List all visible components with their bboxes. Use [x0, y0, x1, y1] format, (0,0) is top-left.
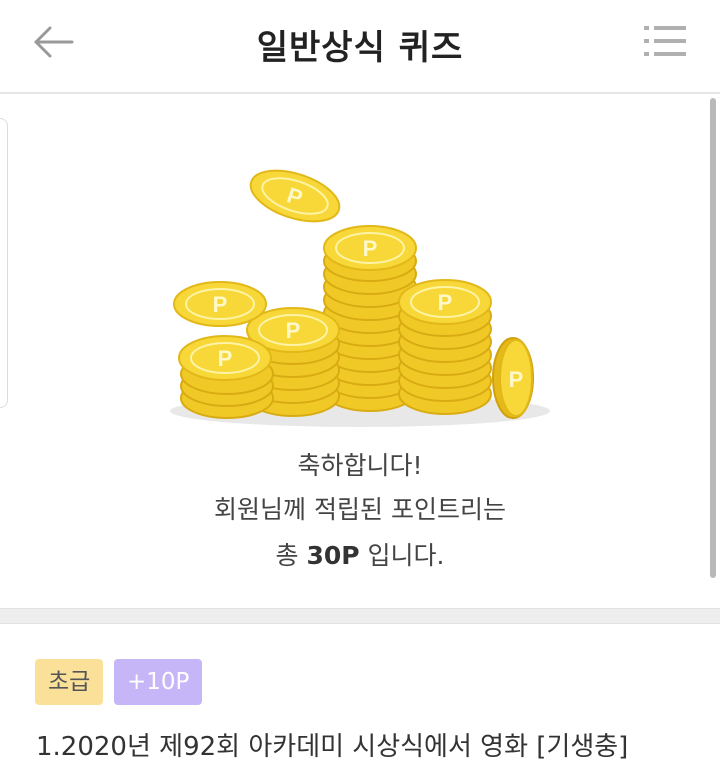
quiz-item[interactable]: 초급 +10P 1.2020년 제92회 아카데미 시상식에서 영화 [기생충]	[0, 624, 720, 765]
level-badge: 초급	[35, 659, 104, 705]
gold-coins-illustration: P	[170, 166, 550, 427]
svg-text:P: P	[509, 367, 524, 392]
points-prefix: 총	[275, 541, 307, 570]
quiz-question: 1.2020년 제92회 아카데미 시상식에서 영화 [기생충]	[36, 732, 629, 762]
points-message: 회원님께 적립된 포인트리는	[214, 495, 506, 524]
previous-card-edge	[0, 118, 8, 408]
menu-button[interactable]	[642, 22, 690, 62]
points-suffix: 입니다.	[359, 541, 445, 570]
page-title: 일반상식 퀴즈	[256, 28, 464, 68]
points-badge: +10P	[114, 659, 203, 705]
section-divider	[0, 608, 720, 624]
app-header: 일반상식 퀴즈	[0, 0, 720, 94]
result-panel: P 축하합니다! 회원님께 적립된 포인트리는 총 30P 입니다.	[0, 96, 720, 608]
congrats-message: 축하합니다!	[297, 451, 423, 480]
list-menu-icon	[644, 26, 686, 56]
points-total-message: 총 30P 입니다.	[0, 536, 720, 572]
points-total: 30P	[306, 541, 360, 570]
